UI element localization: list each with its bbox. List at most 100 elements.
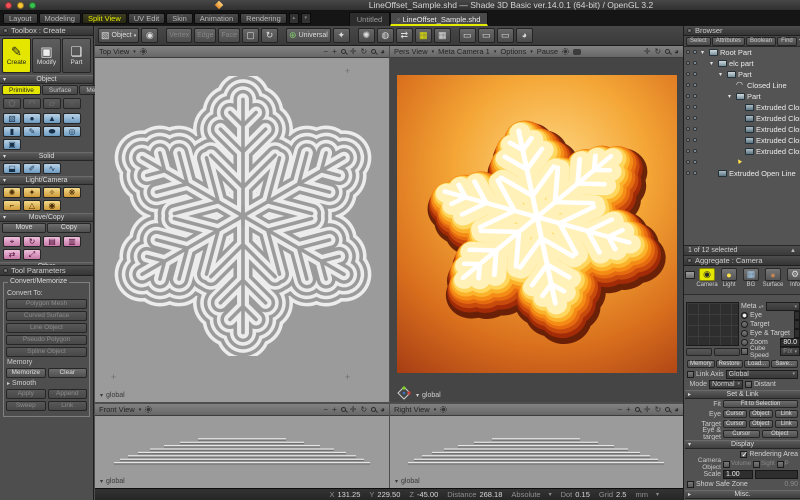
axis-mode-label[interactable]: ▾global	[395, 478, 420, 485]
close-button[interactable]	[5, 2, 12, 9]
render-toggle-icon[interactable]	[686, 160, 690, 164]
move-tool-icon[interactable]: ⇄	[3, 249, 21, 260]
solid-tool-icon[interactable]: ∿	[43, 163, 61, 174]
primitive-tool-icon[interactable]: ▣	[3, 139, 21, 150]
move-tool-icon[interactable]: ⌖	[3, 236, 21, 247]
scale-field-2[interactable]	[755, 470, 798, 479]
preview-action-button[interactable]	[686, 348, 712, 356]
mode-tab[interactable]: Split View	[82, 13, 127, 24]
visibility-toggle-icon[interactable]	[693, 160, 697, 164]
aggregate-tab[interactable]: ▦ BG	[741, 268, 761, 288]
render-toggle-icon[interactable]	[686, 116, 690, 120]
radio-icon[interactable]	[741, 330, 748, 337]
convert-button[interactable]: Spline Object	[6, 347, 87, 357]
camera-memory-button[interactable]: Save...	[771, 360, 798, 368]
display-mode-3-button[interactable]: ▭	[497, 28, 514, 43]
magnifier-icon[interactable]	[341, 49, 346, 54]
zoom-in-icon[interactable]: +	[626, 406, 631, 414]
primitive-tool-icon[interactable]: ◠	[23, 98, 41, 109]
pan-icon[interactable]: ✛	[644, 406, 651, 414]
collapse-icon[interactable]	[687, 258, 692, 263]
tree-row[interactable]: ▾ Extruded Closed	[684, 113, 800, 124]
convert-button[interactable]: Line Object	[6, 323, 87, 333]
transform-tool-button[interactable]: ⇄	[396, 28, 413, 43]
target-object-button[interactable]: Object	[749, 420, 773, 428]
light-tool-icon[interactable]: ⌐	[3, 200, 21, 211]
render-toggle-icon[interactable]	[686, 94, 690, 98]
aggregate-tab[interactable]: ⚙ Info	[785, 268, 800, 288]
option-checkbox[interactable]	[753, 461, 760, 468]
mode-tab[interactable]: Rendering	[240, 13, 287, 24]
camera-select[interactable]: Meta Camera 1	[438, 47, 490, 56]
magnifier-icon[interactable]	[371, 49, 376, 54]
mode-tab[interactable]: Skin	[166, 13, 193, 24]
document-tab[interactable]: Untitled	[349, 12, 390, 26]
distant-checkbox[interactable]	[745, 381, 752, 388]
primitive-tool-icon[interactable]: ⬠	[3, 98, 21, 109]
edge-mode-button[interactable]: Edge	[194, 28, 216, 43]
render-toggle-icon[interactable]	[686, 127, 690, 131]
visibility-toggle-icon[interactable]	[693, 105, 697, 109]
visibility-toggle-icon[interactable]	[693, 50, 697, 54]
camera-view-icon[interactable]: ◕	[674, 406, 679, 414]
memory-button[interactable]: Clear	[48, 368, 88, 378]
section-set-link[interactable]: ▸Set & Link	[685, 390, 800, 399]
tree-row[interactable]: ▾ Extruded Closed	[684, 135, 800, 146]
visibility-toggle-icon[interactable]	[693, 61, 697, 65]
move-copy-toggle[interactable]: Move	[2, 223, 46, 233]
tree-row[interactable]: ▾ elc part	[684, 58, 800, 69]
display-mode-1-button[interactable]: ▭	[459, 28, 476, 43]
object-mode-button[interactable]: ▧Object▾	[98, 28, 139, 43]
convert-button[interactable]: Polygon Mesh	[6, 299, 87, 309]
mode-tab[interactable]: Modeling	[39, 13, 81, 24]
collapse-icon[interactable]	[3, 268, 8, 273]
axis-mode-label[interactable]: ▾global	[416, 392, 441, 399]
tree-row[interactable]: ▾ Root Part	[684, 47, 800, 58]
zoom-in-icon[interactable]: +	[332, 48, 337, 56]
move-tool-icon[interactable]: ⤢	[23, 249, 41, 260]
primitive-tool-icon[interactable]: ◔	[63, 113, 81, 124]
section-move-copy[interactable]: ▾Move/Copy	[0, 213, 93, 222]
target-cursor-button[interactable]: Cursor	[723, 420, 747, 428]
object-tab[interactable]: Surface	[42, 85, 78, 95]
gear-icon[interactable]	[562, 48, 569, 55]
minimize-button[interactable]	[17, 2, 24, 9]
pose-tool-button[interactable]: ✦	[333, 28, 350, 43]
section-solid[interactable]: ▾Solid	[0, 152, 93, 161]
aggregate-tab[interactable]: ● Surface	[763, 268, 783, 288]
pan-icon[interactable]: ✛	[350, 406, 357, 414]
primitive-tool-icon[interactable]: ▱	[43, 98, 61, 109]
move-copy-toggle[interactable]: Copy	[47, 223, 91, 233]
radio-icon[interactable]	[741, 321, 748, 328]
convert-button[interactable]: Curved Surface	[6, 311, 87, 321]
magnifier-icon[interactable]	[665, 49, 670, 54]
scale-field[interactable]: 1.00	[723, 470, 753, 479]
mode-tab[interactable]: UV Edit	[128, 13, 165, 24]
render-toggle-icon[interactable]	[686, 149, 690, 153]
options-menu[interactable]: Options	[500, 47, 526, 56]
browser-tab[interactable]: Boolean	[746, 37, 776, 46]
section-light-camera[interactable]: ▾Light/Camera	[0, 176, 93, 185]
move-tool-icon[interactable]: ▤	[43, 236, 61, 247]
tree-row[interactable]: ▾	[684, 157, 800, 168]
eyetarget-object-button[interactable]: Object	[762, 430, 799, 438]
preview-action-button[interactable]	[714, 348, 740, 356]
mode-tab[interactable]: Animation	[194, 13, 239, 24]
cube-speed-dropdown[interactable]: Fix▾	[780, 347, 800, 356]
mode-dropdown[interactable]: Normal▾	[709, 380, 743, 389]
gear-icon[interactable]	[440, 406, 447, 413]
zoom-in-icon[interactable]: +	[332, 406, 337, 414]
orbit-icon[interactable]: ↻	[654, 406, 661, 414]
camera-view-icon[interactable]: ◕	[674, 48, 679, 56]
tree-row[interactable]: ▾ Part	[684, 91, 800, 102]
eye-cursor-button[interactable]: Cursor	[723, 410, 747, 418]
mode-tab[interactable]: Layout	[3, 13, 38, 24]
convert-button[interactable]: Pseudo Polygon	[6, 335, 87, 345]
axis-mode-label[interactable]: ▾global	[100, 478, 125, 485]
render-toggle-icon[interactable]	[686, 171, 690, 175]
toolbox-mode-button[interactable]: ▣ Modify	[32, 38, 61, 73]
link-axis-dropdown[interactable]: Global▾	[726, 370, 798, 379]
camera-memory-button[interactable]: Load...	[744, 360, 771, 368]
meta-dropdown[interactable]: ▾	[766, 302, 800, 311]
zoom-out-icon[interactable]: −	[323, 48, 328, 56]
